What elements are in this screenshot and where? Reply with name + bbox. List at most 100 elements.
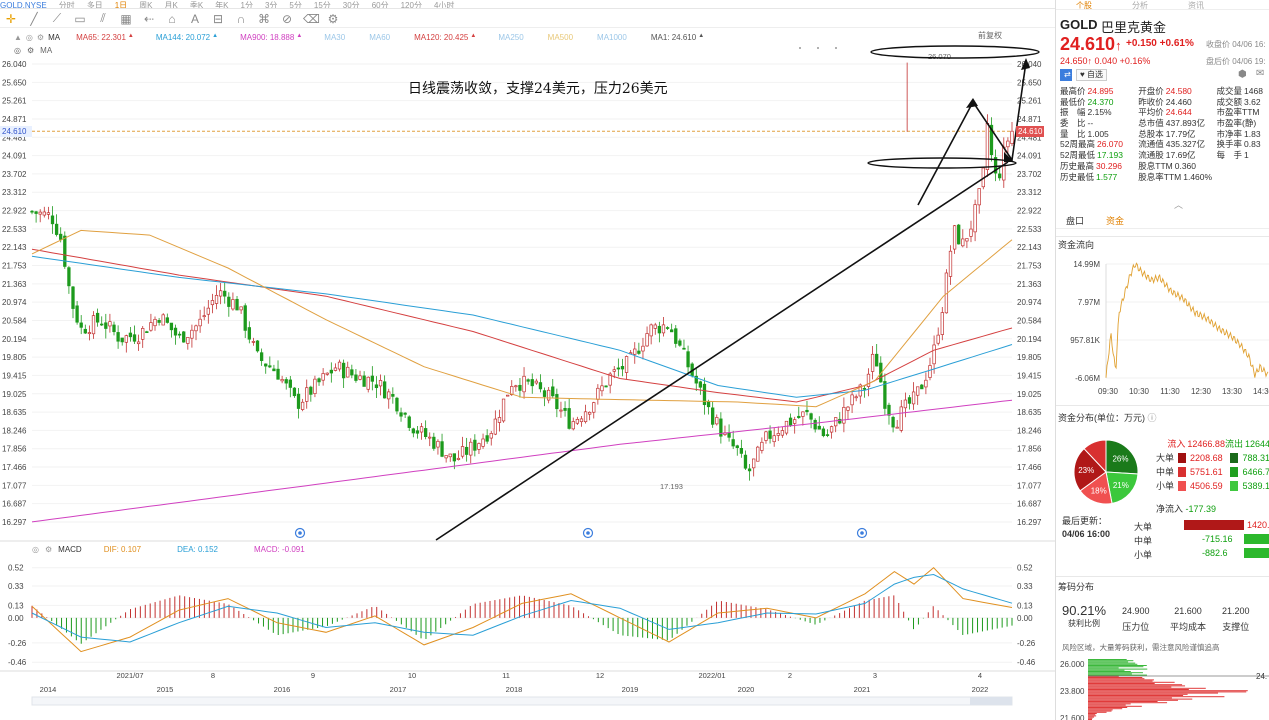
candle-body (440, 441, 444, 457)
candle-body (752, 458, 756, 469)
flow-out-swatch (1230, 453, 1239, 463)
time-scrollbar-handle (970, 697, 1012, 705)
candle-body (907, 397, 912, 404)
stat-cell: 52周最低 17.193 (1060, 150, 1138, 161)
quote-tab[interactable]: 分析 (1132, 0, 1148, 9)
candle-body (124, 335, 128, 343)
quote-tab[interactable]: 个股 (1076, 0, 1092, 9)
chip-bar (1088, 714, 1096, 716)
stat-cell: 开盘价 24.580 (1138, 86, 1216, 97)
candle-body (292, 387, 297, 397)
y-tick-label-left: 24.871 (2, 115, 27, 124)
stat-cell: 昨收价 24.460 (1138, 97, 1216, 108)
shield-icon[interactable]: ⬢ (1238, 69, 1247, 80)
macd-label[interactable]: MACD (58, 545, 82, 554)
help-icon[interactable]: ⓘ (1148, 413, 1157, 423)
stat-cell: 流通股 17.69亿 (1138, 150, 1216, 161)
candle-body (747, 468, 752, 472)
macd-tick-label-right: 0.52 (1017, 564, 1033, 573)
candle-body (969, 228, 973, 237)
event-marker-icon (586, 531, 590, 535)
chip-profit: 90.21% 获利比例 (1062, 603, 1107, 628)
candle-body (952, 225, 957, 250)
candle-body (95, 312, 100, 323)
y-tick-label-right: 21.753 (1017, 262, 1042, 271)
y-tick-label-right: 23.702 (1017, 170, 1042, 179)
flow-x-tick: 10:30 (1129, 387, 1150, 396)
candle-body (829, 426, 834, 433)
y-tick-label-left: 18.635 (2, 408, 27, 417)
candle-body (370, 375, 374, 382)
pie-slice-label: 23% (1078, 466, 1094, 475)
candle-body (218, 290, 223, 297)
add-watchlist-button[interactable]: ♥ 自选 (1076, 69, 1107, 81)
stat-cell: 最低价 24.370 (1060, 97, 1138, 108)
x-tick-lower: 2014 (40, 685, 57, 694)
x-tick-upper: 2 (788, 671, 792, 680)
candle-body (501, 398, 506, 422)
stat-value: -- (1087, 118, 1094, 129)
candle-body (378, 380, 383, 387)
eye-icon[interactable]: ◎ (32, 545, 39, 554)
chip-bar (1088, 671, 1131, 672)
candle-body (731, 439, 735, 447)
chip-bar (1088, 715, 1097, 717)
stat-cell: 委 比 -- (1060, 118, 1138, 129)
candle-body (604, 385, 608, 388)
candle-body (641, 345, 645, 352)
link-icon[interactable]: ⇄ (1060, 69, 1072, 81)
candle-body (497, 417, 502, 423)
bell-icon[interactable]: ✉ (1256, 68, 1264, 79)
stat-value: 24.644 (1165, 107, 1192, 118)
flow-x-tick: 14:30 (1253, 387, 1269, 396)
chip-bar (1088, 678, 1145, 680)
x-tick-lower: 2017 (390, 685, 407, 694)
flow-x-tick: 11:30 (1160, 387, 1180, 396)
sub-tab[interactable]: 盘口 (1066, 214, 1084, 227)
macd-indicator-bar: ◎ ⚙ MACD DIF: 0.107 DEA: 0.152 MACD: -0.… (0, 543, 305, 555)
y-tick-label-left: 20.974 (2, 298, 27, 307)
chip-bar (1088, 684, 1183, 686)
stat-label: 成交额 (1216, 96, 1243, 107)
stat-value: 0.83 (1244, 139, 1261, 150)
event-marker-icon (298, 531, 302, 535)
candle-body (38, 211, 42, 215)
candle-body (784, 420, 789, 434)
quote-tab[interactable]: 资讯 (1188, 0, 1204, 9)
sub-tab[interactable]: 资金 (1106, 214, 1124, 227)
chip-bar (1088, 685, 1186, 687)
flow-header: 流入 12466.88 流出 12644 (1167, 439, 1269, 449)
chip-bar (1088, 711, 1107, 713)
net-row: 大单1420.37 (1134, 518, 1269, 532)
candle-body (665, 327, 670, 329)
chip-bar (1088, 669, 1125, 671)
candle-body (645, 333, 649, 347)
candle-body (575, 418, 580, 424)
candle-body (809, 413, 813, 420)
candle-body (157, 319, 161, 323)
candle-body (567, 408, 571, 429)
y-tick-label-left: 16.297 (2, 518, 27, 527)
gear-icon[interactable]: ⚙ (45, 545, 52, 554)
stat-label: 每 手 (1216, 150, 1243, 161)
chip-bar (1088, 705, 1142, 707)
chip-bar (1088, 707, 1128, 708)
y-tick-label-right: 22.143 (1017, 243, 1042, 252)
candle-body (661, 324, 666, 334)
expand-icon[interactable]: ︿ (1174, 198, 1183, 211)
candle-body (149, 322, 153, 331)
chip-title: 筹码分布 (1058, 582, 1095, 592)
chip-bar (1088, 701, 1158, 702)
candle-body (194, 325, 198, 332)
chip-bar (1088, 683, 1155, 684)
candle-body (821, 428, 826, 437)
candle-body (563, 407, 567, 411)
candle-body (870, 353, 875, 372)
candle-body (59, 233, 63, 240)
candle-body (432, 436, 436, 449)
dot-icon (817, 47, 819, 49)
y-tick-label-left: 17.077 (2, 481, 27, 490)
candle-body (329, 369, 333, 374)
stat-cell: 流通值 435.327亿 (1138, 139, 1216, 150)
candle-body (161, 314, 165, 326)
